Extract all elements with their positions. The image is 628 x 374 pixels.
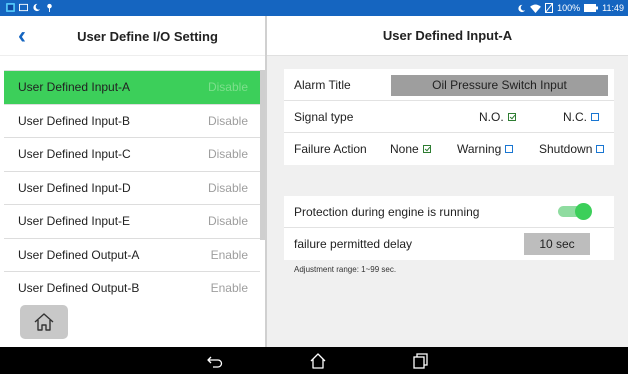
list-item-user-defined-input-a[interactable]: User Defined Input-A Disable: [4, 71, 260, 105]
signal-no-option[interactable]: N.O.: [479, 110, 516, 124]
signal-type-label: Signal type: [294, 110, 354, 124]
recent-apps-icon[interactable]: [411, 352, 429, 370]
left-panel-header: ‹ User Define I/O Setting: [0, 16, 265, 56]
failure-none-checkbox[interactable]: [422, 145, 431, 153]
failure-warning-checkbox[interactable]: [505, 145, 514, 153]
signal-nc-option[interactable]: N.C.: [563, 110, 599, 124]
list-item-status: Disable: [207, 147, 248, 162]
failure-shutdown-label: Shutdown: [539, 142, 593, 156]
settings-title: User Defined Input-A: [267, 16, 628, 56]
moon-icon: [518, 4, 526, 12]
list-item-user-defined-output-b[interactable]: User Defined Output-B Enable: [4, 272, 260, 296]
page-title: User Define I/O Setting: [77, 29, 218, 44]
list-item-status: Disable: [207, 80, 248, 95]
list-item-label: User Defined Input-C: [18, 147, 131, 162]
signal-no-checkbox[interactable]: [507, 113, 516, 121]
clock: 11:49: [602, 3, 624, 13]
signal-nc-checkbox[interactable]: [591, 113, 599, 121]
protection-toggle[interactable]: [558, 203, 592, 220]
failure-warning-option[interactable]: Warning: [457, 142, 514, 156]
protection-label: Protection during engine is running: [294, 205, 480, 219]
list-item-user-defined-input-b[interactable]: User Defined Input-B Disable: [4, 104, 260, 138]
app-icon: [6, 3, 15, 12]
alarm-title-label: Alarm Title: [294, 78, 351, 92]
no-sim-icon: [545, 3, 554, 13]
settings-card-protection: Protection during engine is running fail…: [284, 196, 614, 260]
failure-none-option[interactable]: None: [390, 142, 431, 156]
delay-row: failure permitted delay 10 sec: [284, 228, 614, 260]
failure-none-label: None: [390, 142, 419, 156]
list-item-label: User Defined Input-E: [18, 214, 131, 229]
pin-icon: [47, 3, 52, 12]
home-button[interactable]: [20, 305, 68, 339]
back-icon[interactable]: [206, 352, 224, 370]
protection-row: Protection during engine is running: [284, 196, 614, 228]
alarm-title-row: Alarm Title Oil Pressure Switch Input: [284, 69, 614, 101]
status-bar: 100% 11:49: [0, 0, 628, 16]
nav-home-icon[interactable]: [309, 352, 327, 370]
wifi-icon: [530, 3, 542, 13]
list-item-status: Enable: [210, 247, 248, 262]
list-item-status: Disable: [207, 214, 248, 229]
signal-no-label: N.O.: [479, 110, 504, 124]
settings-panel: User Defined Input-A Alarm Title Oil Pre…: [267, 16, 628, 347]
delay-value-field[interactable]: 10 sec: [524, 233, 590, 255]
io-list: User Defined Input-A Disable User Define…: [4, 70, 260, 296]
list-item-label: User Defined Output-B: [18, 281, 140, 296]
list-item-user-defined-input-e[interactable]: User Defined Input-E Disable: [4, 205, 260, 239]
list-item-user-defined-input-c[interactable]: User Defined Input-C Disable: [4, 138, 260, 172]
failure-action-label: Failure Action: [294, 142, 367, 156]
delay-label: failure permitted delay: [294, 237, 413, 251]
adjustment-range-note: Adjustment range: 1~99 sec.: [294, 265, 397, 274]
alarm-title-field[interactable]: Oil Pressure Switch Input: [391, 75, 608, 96]
system-nav-bar: [0, 347, 628, 374]
failure-shutdown-option[interactable]: Shutdown: [539, 142, 605, 156]
toggle-knob: [575, 203, 592, 220]
signal-type-row: Signal type N.O. N.C.: [284, 101, 614, 133]
failure-warning-label: Warning: [457, 142, 502, 156]
status-bar-right-icons: 100% 11:49: [517, 2, 624, 14]
moon-icon: [33, 3, 41, 12]
list-item-label: User Defined Output-A: [18, 247, 140, 262]
failure-shutdown-checkbox[interactable]: [596, 145, 605, 153]
list-item-user-defined-output-a[interactable]: User Defined Output-A Enable: [4, 238, 260, 272]
list-item-status: Disable: [207, 113, 248, 128]
list-item-status: Enable: [210, 281, 248, 296]
list-item-user-defined-input-d[interactable]: User Defined Input-D Disable: [4, 171, 260, 205]
battery-percent: 100%: [557, 3, 581, 13]
list-item-label: User Defined Input-A: [18, 80, 131, 95]
failure-action-row: Failure Action None Warning Shutdown: [284, 133, 614, 165]
signal-nc-label: N.C.: [563, 110, 587, 124]
list-item-label: User Defined Input-B: [18, 113, 131, 128]
list-item-label: User Defined Input-D: [18, 180, 131, 195]
home-icon: [34, 313, 54, 331]
notification-icon: [19, 3, 28, 12]
settings-card-main: Alarm Title Oil Pressure Switch Input Si…: [284, 69, 614, 165]
battery-icon: [584, 4, 599, 12]
status-bar-left-icons: [6, 3, 54, 12]
list-item-status: Disable: [207, 180, 248, 195]
